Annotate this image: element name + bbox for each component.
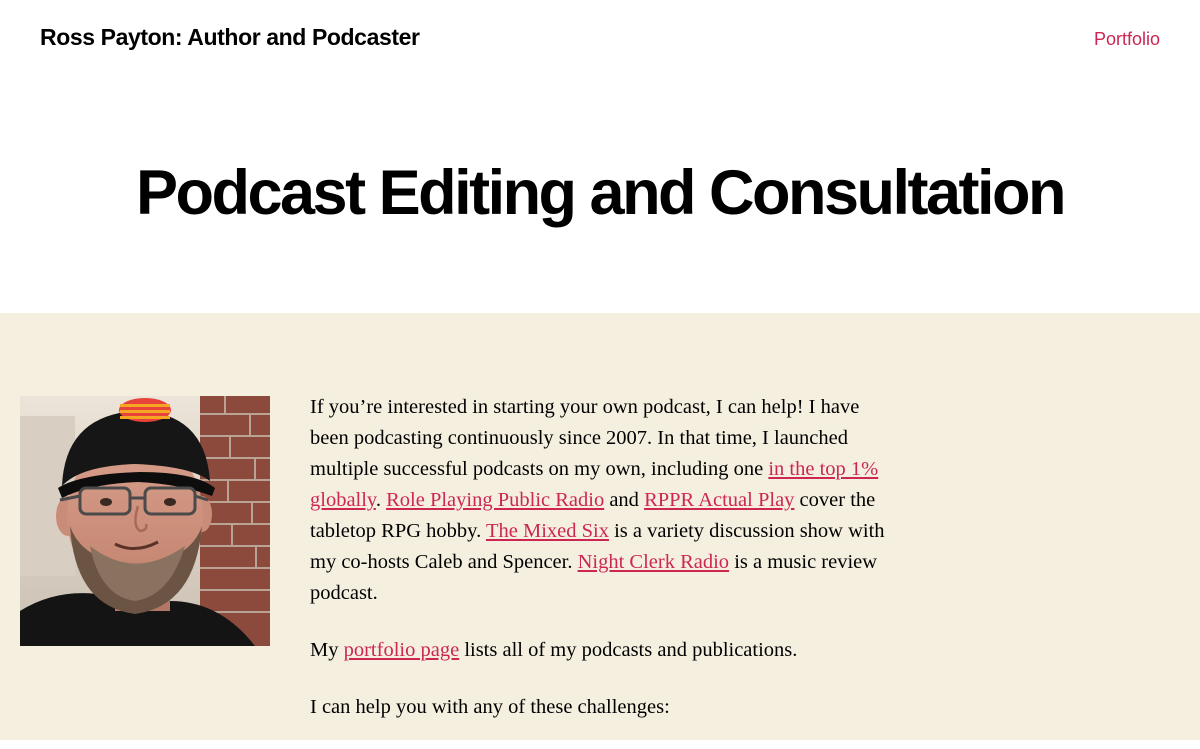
nav-link-portfolio[interactable]: Portfolio	[1094, 29, 1160, 50]
challenges-paragraph: I can help you with any of these challen…	[310, 696, 670, 718]
page-hero: Podcast Editing and Consultation	[0, 80, 1200, 313]
portfolio-text: My	[310, 639, 344, 661]
portfolio-text: lists all of my podcasts and publication…	[459, 639, 798, 661]
intro-text: and	[604, 489, 645, 511]
author-portrait-image	[20, 396, 270, 646]
mixed-six-link[interactable]: The Mixed Six	[486, 520, 609, 542]
content-area: If you’re interested in starting your ow…	[0, 313, 1200, 740]
intro-text: .	[375, 489, 387, 511]
intro-paragraph: If you’re interested in starting your ow…	[310, 392, 900, 609]
page-title: Podcast Editing and Consultation	[136, 158, 1067, 228]
rppr-actual-play-link[interactable]: RPPR Actual Play	[644, 489, 794, 511]
night-clerk-radio-link[interactable]: Night Clerk Radio	[578, 551, 729, 573]
site-title[interactable]: Ross Payton: Author and Podcaster	[40, 24, 420, 51]
site-header: Ross Payton: Author and Podcaster Portfo…	[0, 0, 1200, 80]
intro-text-column: If you’re interested in starting your ow…	[310, 392, 900, 749]
rppr-link[interactable]: Role Playing Public Radio	[386, 489, 604, 511]
portfolio-page-link[interactable]: portfolio page	[344, 639, 460, 661]
portfolio-paragraph: My portfolio page lists all of my podcas…	[310, 635, 900, 666]
